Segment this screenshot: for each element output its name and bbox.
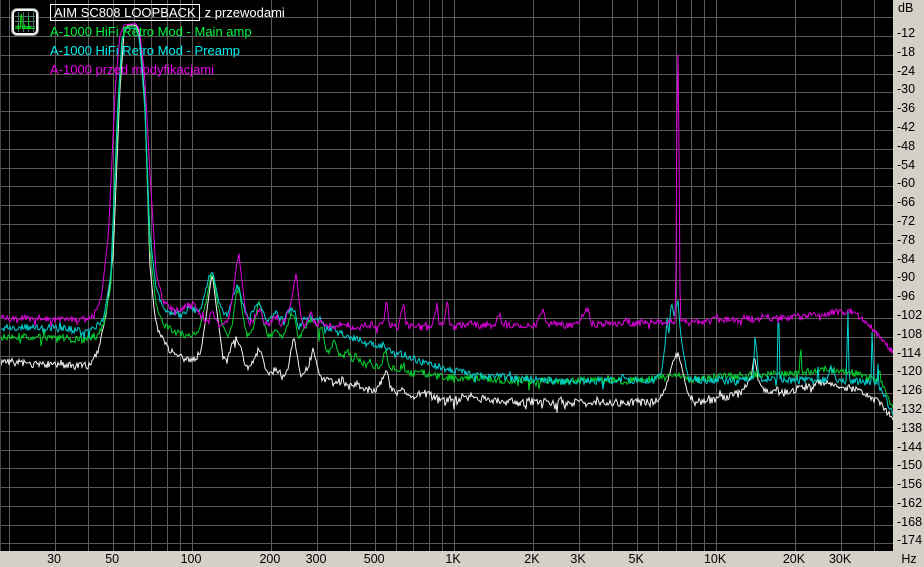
y-tick-label: -126: [897, 383, 923, 398]
grid-lines: [1, 0, 894, 551]
y-tick-label: -42: [897, 119, 916, 134]
x-tick-label: 300: [305, 552, 327, 566]
x-axis-unit-label: Hz: [901, 552, 917, 566]
y-tick-label: -108: [897, 326, 923, 341]
y-tick-label: -24: [897, 63, 916, 78]
legend-item-loopback[interactable]: AIM SC808 LOOPBACK z przewodami: [50, 3, 285, 22]
y-tick-label: -90: [897, 270, 916, 285]
x-tick-label: 30K: [828, 552, 852, 566]
legend-item-main-amp[interactable]: A-1000 HiFi Retro Mod - Main amp: [50, 22, 285, 41]
x-axis-gutter: 30 50 100 200 300 500 1K 2K 3K 5K 10K 20K 30K: [0, 551, 893, 567]
legend-item-preamp[interactable]: A-1000 HiFi Retro Mod - Preamp: [50, 41, 285, 60]
y-tick-label: -60: [897, 176, 916, 191]
x-tick-label: 500: [363, 552, 385, 566]
mini-spectrum-icon: [15, 12, 35, 32]
y-tick-label: -102: [897, 307, 923, 322]
y-tick-label: -36: [897, 101, 916, 116]
spectrum-analyzer-window: AIM SC808 LOOPBACK z przewodami A-1000 Hi…: [0, 0, 924, 567]
y-tick-label: -114: [897, 345, 922, 360]
legend-label: A-1000 HiFi Retro Mod - Preamp: [50, 43, 241, 58]
spectrum-window-icon-button[interactable]: [12, 9, 38, 35]
y-tick-label: -72: [897, 213, 916, 228]
y-tick-label: -96: [897, 289, 916, 304]
x-tick-label: 100: [180, 552, 202, 566]
y-tick-label: -144: [897, 439, 923, 454]
y-axis-gutter: dB -12 -18 -24 -30 -36 -42 -48 -54 -60 -66 -72 -78 -…: [893, 0, 924, 567]
y-tick-label: -132: [897, 401, 923, 416]
x-tick-label: 20K: [782, 552, 806, 566]
y-tick-label: -138: [897, 420, 923, 435]
y-tick-label: -168: [897, 514, 923, 529]
y-tick-label: -78: [897, 232, 916, 247]
legend-item-przed-modyfikacjami[interactable]: A-1000 przed modyfikacjami: [50, 60, 285, 79]
legend-label: A-1000 HiFi Retro Mod - Main amp: [50, 24, 252, 39]
y-tick-label: -48: [897, 138, 916, 153]
fft-plot-canvas: [1, 0, 894, 551]
y-tick-label: -156: [897, 477, 923, 492]
overlay-legend: AIM SC808 LOOPBACK z przewodami A-1000 Hi…: [50, 3, 285, 79]
y-tick-label: -54: [897, 157, 916, 172]
x-tick-label: 200: [259, 552, 281, 566]
x-tick-label: 3K: [570, 552, 586, 566]
x-tick-label: 5K: [628, 552, 644, 566]
y-tick-label: -30: [897, 82, 916, 97]
x-tick-label: 50: [105, 552, 120, 566]
y-tick-label: -84: [897, 251, 916, 266]
y-tick-label: -12: [897, 26, 916, 41]
y-tick-label: -18: [897, 44, 916, 59]
y-tick-label: -66: [897, 195, 916, 210]
x-tick-label: 30: [47, 552, 61, 566]
y-axis-unit-label: dB: [898, 1, 914, 15]
y-tick-label: -162: [897, 495, 923, 510]
y-tick-label: -120: [897, 364, 923, 379]
x-tick-label: 10K: [703, 552, 727, 566]
spectrum-plot-area: AIM SC808 LOOPBACK z przewodami A-1000 Hi…: [0, 0, 894, 551]
y-tick-label: -174: [897, 533, 923, 548]
y-tick-label: -150: [897, 458, 923, 473]
x-tick-label: 2K: [524, 552, 540, 566]
x-tick-label: 1K: [445, 552, 461, 566]
legend-label-suffix: z przewodami: [204, 5, 285, 20]
legend-label: A-1000 przed modyfikacjami: [50, 62, 215, 77]
legend-label-selected: AIM SC808 LOOPBACK: [50, 4, 200, 21]
